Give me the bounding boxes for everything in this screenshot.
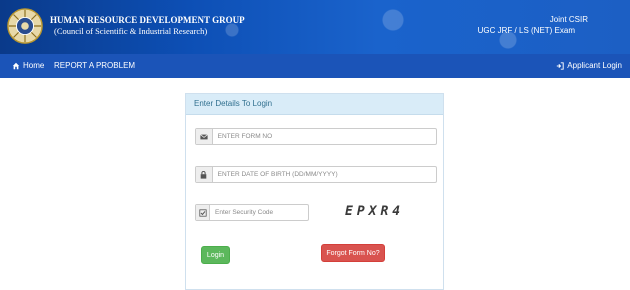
form-no-input[interactable] [212,129,436,144]
login-panel-heading: Enter Details To Login [186,94,443,115]
sign-in-icon [557,61,564,70]
nav-login-label: Applicant Login [567,61,622,70]
exam-title-line2: UGC JRF / LS (NET) Exam [477,26,575,35]
org-name: HUMAN RESOURCE DEVELOPMENT GROUP [50,15,245,25]
exam-title-line1: Joint CSIR [549,15,588,24]
security-code-field [195,204,309,221]
nav-report-label: REPORT A PROBLEM [54,61,136,70]
nav-applicant-login-link[interactable]: Applicant Login [556,61,622,70]
captcha-image: EPXR4 [345,204,405,219]
form-no-field [195,128,437,145]
site-header: HUMAN RESOURCE DEVELOPMENT GROUP (Counci… [0,0,630,54]
nav-report-problem-link[interactable]: REPORT A PROBLEM [54,61,135,70]
dob-input[interactable] [212,167,436,182]
navbar: Home REPORT A PROBLEM Applicant Login [0,54,630,78]
home-icon [12,62,20,69]
nav-home-label: Home [23,61,45,70]
checklist-icon [196,205,210,220]
security-code-input[interactable] [210,205,308,220]
dob-field [195,166,437,183]
login-button[interactable]: Login [201,246,230,264]
org-subtitle: (Council of Scientific & Industrial Rese… [54,26,208,36]
forgot-form-no-button[interactable]: Forgot Form No? [321,244,385,262]
lock-icon [196,167,213,182]
nav-home-link[interactable]: Home [12,61,44,70]
csir-emblem-icon [7,8,43,44]
envelope-icon [196,129,213,144]
